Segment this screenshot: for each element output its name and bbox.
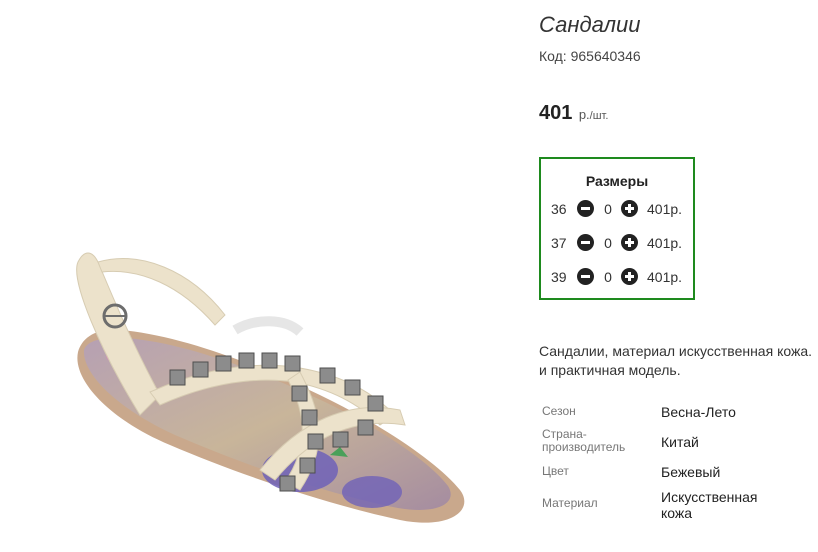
- plus-icon[interactable]: [621, 268, 638, 285]
- size-value: 36: [551, 201, 567, 217]
- size-sum: 401р.: [647, 235, 683, 251]
- product-code: Код: 965640346: [539, 48, 641, 64]
- size-row: 36 0 401р.: [541, 199, 693, 219]
- size-row: 39 0 401р.: [541, 267, 693, 287]
- price-block: 401 р./шт.: [539, 102, 608, 125]
- product-info: Сандалии Код: 965640346 401 р./шт. Разме…: [539, 0, 818, 547]
- attr-label-season: Сезон: [542, 404, 576, 418]
- quantity-value: 0: [604, 269, 612, 285]
- sandal-illustration: [76, 252, 465, 523]
- attr-value-line: Искусственная: [661, 489, 758, 505]
- sizes-box: Размеры 36 0 401р. 37 0 401р. 39 0 401р.: [539, 157, 695, 300]
- attr-value-line: кожа: [661, 505, 693, 521]
- price-per-unit: /шт.: [589, 110, 609, 122]
- price-value: 401: [539, 102, 573, 124]
- price-currency: р.: [578, 107, 590, 122]
- product-description: Сандалии, материал искусственная кожа. и…: [539, 342, 818, 380]
- product-title: Сандалии: [539, 12, 641, 37]
- price-unit: р./шт.: [579, 107, 609, 122]
- description-line: и практичная модель.: [539, 362, 681, 378]
- attr-label-material: Материал: [542, 496, 598, 510]
- plus-icon[interactable]: [621, 200, 638, 217]
- description-line: Сандалии, материал искусственная кожа.: [539, 343, 813, 359]
- plus-icon[interactable]: [621, 234, 638, 251]
- quantity-value: 0: [604, 201, 612, 217]
- size-row: 37 0 401р.: [541, 233, 693, 253]
- attr-value-material: Искусственная кожа: [661, 489, 758, 521]
- size-value: 39: [551, 269, 567, 285]
- minus-icon[interactable]: [577, 268, 594, 285]
- attr-label-color: Цвет: [542, 464, 569, 478]
- quantity-value: 0: [604, 235, 612, 251]
- size-sum: 401р.: [647, 201, 683, 217]
- size-value: 37: [551, 235, 567, 251]
- attr-value-color: Бежевый: [661, 464, 721, 480]
- attr-label-country: Страна- производитель: [542, 428, 625, 454]
- sizes-title: Размеры: [585, 173, 649, 189]
- attr-value-country: Китай: [661, 434, 699, 450]
- minus-icon[interactable]: [577, 200, 594, 217]
- attr-value-season: Весна-Лето: [661, 404, 736, 420]
- attr-label-line: производитель: [542, 440, 626, 454]
- minus-icon[interactable]: [577, 234, 594, 251]
- size-sum: 401р.: [647, 269, 683, 285]
- product-image[interactable]: [0, 0, 525, 547]
